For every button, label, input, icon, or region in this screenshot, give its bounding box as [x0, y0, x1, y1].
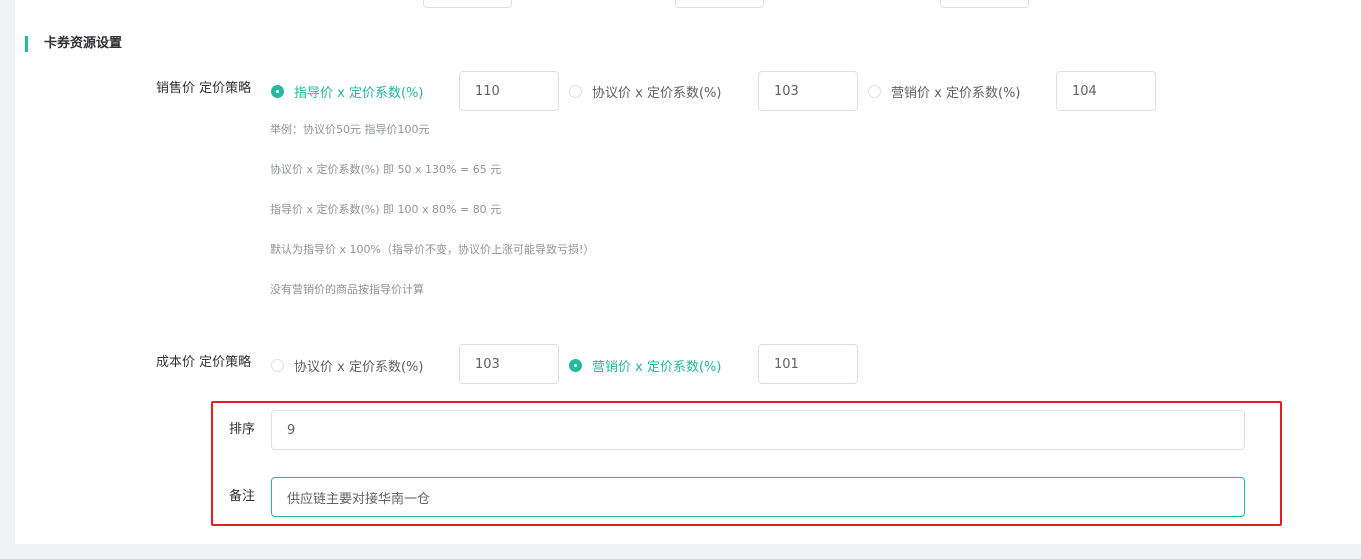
cost-strategy-label: 成本价 定价策略	[156, 355, 252, 370]
section-title: 卡券资源设置	[44, 36, 123, 51]
remark-input[interactable]	[271, 477, 1245, 517]
radio-unchecked-icon	[271, 358, 284, 372]
radio-unchecked-icon	[569, 84, 582, 98]
hint-example: 举例：协议价50元 指导价100元	[270, 123, 430, 136]
radio-checked-icon	[271, 84, 284, 98]
sale-marketing-coef-input[interactable]	[1056, 71, 1156, 111]
sale-strategy-label: 销售价 定价策略	[156, 81, 252, 96]
radio-label: 营销价 x 定价系数(%)	[592, 359, 722, 375]
top-field-1[interactable]	[423, 0, 512, 8]
hint-guide-formula: 指导价 x 定价系数(%) 即 100 x 80% = 80 元	[270, 203, 502, 216]
section-accent-bar	[25, 36, 28, 52]
sale-agreement-coef-input[interactable]	[758, 71, 858, 111]
radio-sale-agreement-price[interactable]: 协议价 x 定价系数(%)	[569, 81, 721, 101]
top-field-2[interactable]	[675, 0, 764, 8]
radio-cost-marketing-price[interactable]: 营销价 x 定价系数(%)	[569, 355, 721, 375]
radio-sale-marketing-price[interactable]: 营销价 x 定价系数(%)	[868, 81, 1020, 101]
radio-label: 协议价 x 定价系数(%)	[294, 359, 424, 375]
radio-cost-agreement-price[interactable]: 协议价 x 定价系数(%)	[271, 355, 423, 375]
sort-label: 排序	[229, 422, 256, 437]
radio-label: 指导价 x 定价系数(%)	[294, 85, 424, 101]
sort-input[interactable]	[271, 410, 1245, 450]
sale-guide-coef-input[interactable]	[459, 71, 559, 111]
radio-label: 营销价 x 定价系数(%)	[891, 85, 1021, 101]
radio-sale-guide-price[interactable]: 指导价 x 定价系数(%)	[271, 81, 423, 101]
radio-unchecked-icon	[868, 84, 881, 98]
hint-no-marketing: 没有营销价的商品按指导价计算	[270, 283, 424, 296]
radio-label: 协议价 x 定价系数(%)	[592, 85, 722, 101]
top-field-3[interactable]	[940, 0, 1029, 8]
form-panel: 卡券资源设置 销售价 定价策略 指导价 x 定价系数(%) 协议价 x 定价系数…	[15, 0, 1361, 544]
radio-checked-icon	[569, 358, 582, 372]
remark-label: 备注	[229, 489, 256, 504]
hint-agreement-formula: 协议价 x 定价系数(%) 即 50 x 130% = 65 元	[270, 163, 502, 176]
cost-marketing-coef-input[interactable]	[758, 344, 858, 384]
cost-agreement-coef-input[interactable]	[459, 344, 559, 384]
hint-default: 默认为指导价 x 100%（指导价不变，协议价上涨可能导致亏损!）	[270, 243, 595, 256]
